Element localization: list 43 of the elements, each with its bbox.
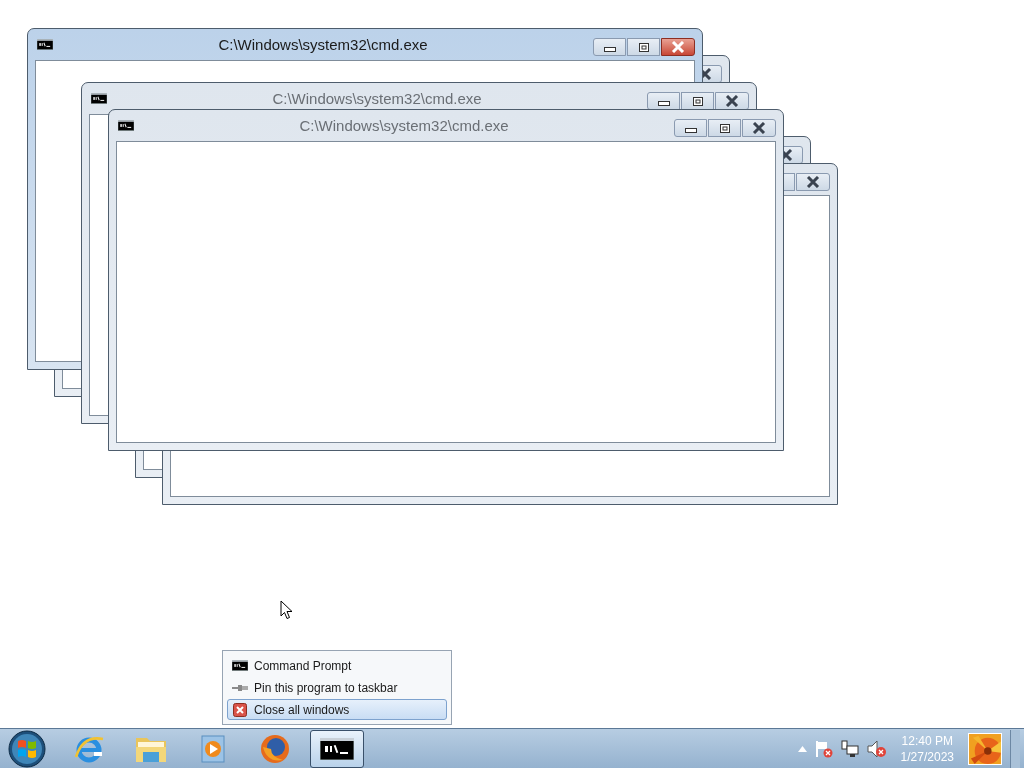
close-button[interactable] — [661, 38, 695, 56]
close-icon — [671, 41, 685, 53]
minimize-button[interactable] — [647, 92, 680, 110]
minimize-button[interactable] — [593, 38, 626, 56]
console-icon — [91, 93, 107, 104]
close-button[interactable] — [715, 92, 749, 110]
maximize-icon — [719, 123, 730, 133]
network-icon[interactable] — [840, 739, 859, 758]
close-icon — [725, 95, 739, 107]
console-icon — [37, 39, 53, 50]
pin-icon — [232, 683, 248, 692]
start-orb-icon — [8, 729, 46, 768]
muted-speaker-icon[interactable] — [866, 739, 887, 758]
minimize-icon — [657, 101, 670, 106]
maximize-button[interactable] — [708, 119, 741, 137]
menu-item[interactable]: Close all windows — [227, 699, 447, 720]
taskbar-button[interactable] — [310, 729, 364, 768]
minimize-button[interactable] — [674, 119, 707, 137]
mouse-cursor-icon — [280, 600, 293, 620]
maximize-icon — [638, 42, 649, 52]
close-icon — [233, 702, 247, 717]
console-icon — [118, 120, 134, 131]
firefox-icon — [259, 732, 291, 765]
maximize-button[interactable] — [681, 92, 714, 110]
close-button[interactable] — [796, 173, 830, 191]
minimize-icon — [684, 128, 697, 133]
menu-item[interactable]: Command Prompt — [227, 655, 447, 676]
flag-warning-icon[interactable] — [814, 739, 833, 758]
menu-item[interactable]: Pin this program to taskbar — [227, 677, 447, 698]
close-icon — [752, 122, 766, 134]
window-title: C:\Windows\system32\cmd.exe — [218, 35, 428, 53]
window-title: C:\Windows\system32\cmd.exe — [299, 116, 509, 134]
minimize-icon — [603, 47, 616, 52]
close-button[interactable] — [742, 119, 776, 137]
close-icon — [806, 176, 820, 188]
console-icon — [232, 660, 248, 671]
maximize-button[interactable] — [627, 38, 660, 56]
clock-date: 1/27/2023 — [900, 748, 954, 765]
clock-time: 12:40 PM — [901, 732, 953, 749]
media-player-icon — [198, 733, 228, 764]
window-title: C:\Windows\system32\cmd.exe — [272, 89, 482, 107]
maximize-icon — [692, 96, 703, 106]
console-icon — [320, 737, 354, 760]
